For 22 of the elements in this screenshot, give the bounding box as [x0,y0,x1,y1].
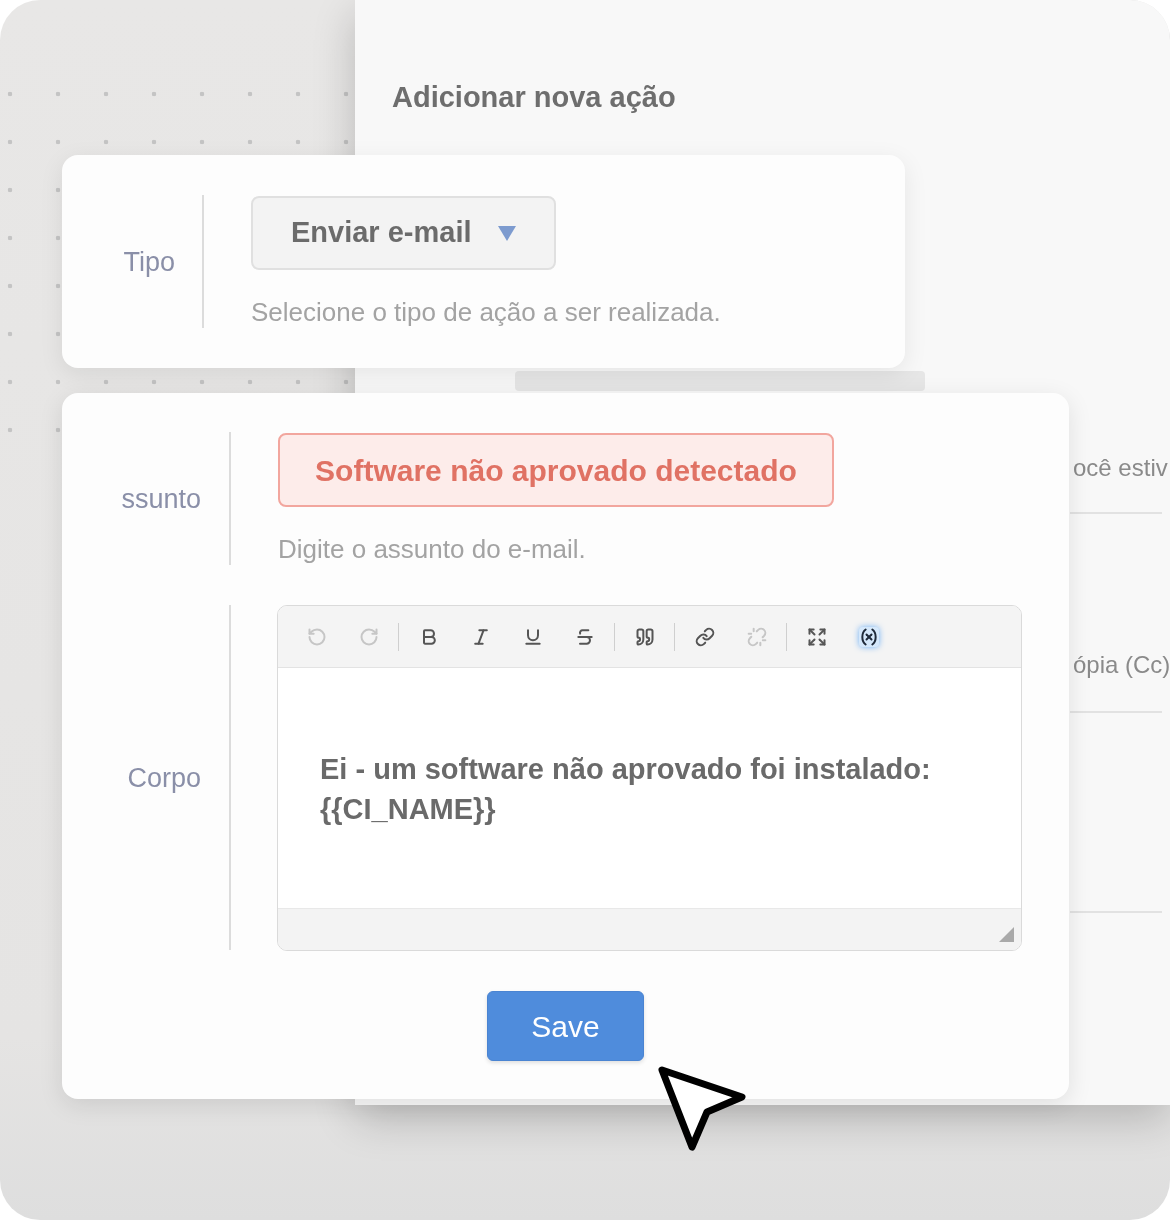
unlink-icon [746,626,767,647]
strikethrough-icon [574,626,595,647]
undo-icon [306,626,327,647]
underline-icon [522,626,543,647]
quote-icon [634,626,655,647]
subject-label: ssunto [121,482,201,516]
caret-down-icon [497,225,516,241]
variable-icon [858,626,879,647]
resize-grip-icon[interactable] [999,927,1014,942]
body-label: Corpo [127,762,201,795]
save-button[interactable]: Save [487,991,644,1061]
type-label: Tipo [123,245,175,279]
link-icon [694,626,715,647]
redo-icon [358,626,379,647]
expand-icon [806,626,827,647]
help-text: Selecione o tipo de ação a ser realizada. [251,297,721,327]
type-dropdown[interactable]: Enviar e-mail [251,196,556,270]
panel-heading: Adicionar nova ação [392,80,676,115]
help-text: Digite o assunto do e-mail. [278,534,586,564]
partial-text: ocê estiv [1073,453,1168,483]
subject-field[interactable]: Software não aprovado detectado [278,433,834,507]
partial-text: ópia (Cc) [1073,650,1170,680]
